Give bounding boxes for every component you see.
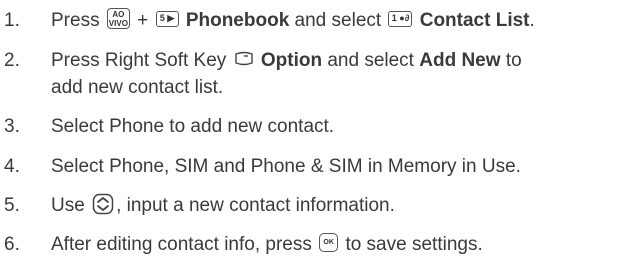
key-5-icon: 5 ▶ xyxy=(155,10,179,27)
step-text: Press AO VIVO + 5 ▶ Phonebook and select … xyxy=(51,8,535,31)
phonebook-label: Phonebook xyxy=(185,10,290,31)
step-text: Select Phone, SIM and Phone & SIM in Mem… xyxy=(51,156,521,177)
add-new-label: Add New xyxy=(419,50,501,71)
ok-key-icon: OK xyxy=(319,233,339,253)
option-label: Option xyxy=(260,50,323,71)
step-text: Press Right Soft Key Option and select A… xyxy=(51,50,522,71)
step-text-line2: add new contact list. xyxy=(51,77,224,98)
contact-list-label: Contact List xyxy=(419,10,530,31)
step-number: 3. xyxy=(4,116,20,137)
step-number: 2. xyxy=(4,50,20,71)
step-number: 4. xyxy=(4,156,20,177)
step-text: After editing contact info, press OK to … xyxy=(51,233,483,255)
list-item: 2. Press Right Soft Key Option and selec… xyxy=(2,47,627,101)
navigation-key-icon xyxy=(92,193,114,215)
ao-vivo-key-icon: AO VIVO xyxy=(106,8,130,30)
step-number: 1. xyxy=(4,10,20,31)
step-number: 6. xyxy=(4,234,20,255)
step-text: Select Phone to add new contact. xyxy=(51,116,335,137)
instruction-list: 1. Press AO VIVO + 5 ▶ Phonebook and sele… xyxy=(0,0,629,263)
step-number: 5. xyxy=(4,195,20,216)
key-1-icon: 1 ●∂ xyxy=(388,10,413,27)
right-soft-key-icon xyxy=(234,51,253,66)
step-text: Use , input a new contact information. xyxy=(51,192,395,219)
